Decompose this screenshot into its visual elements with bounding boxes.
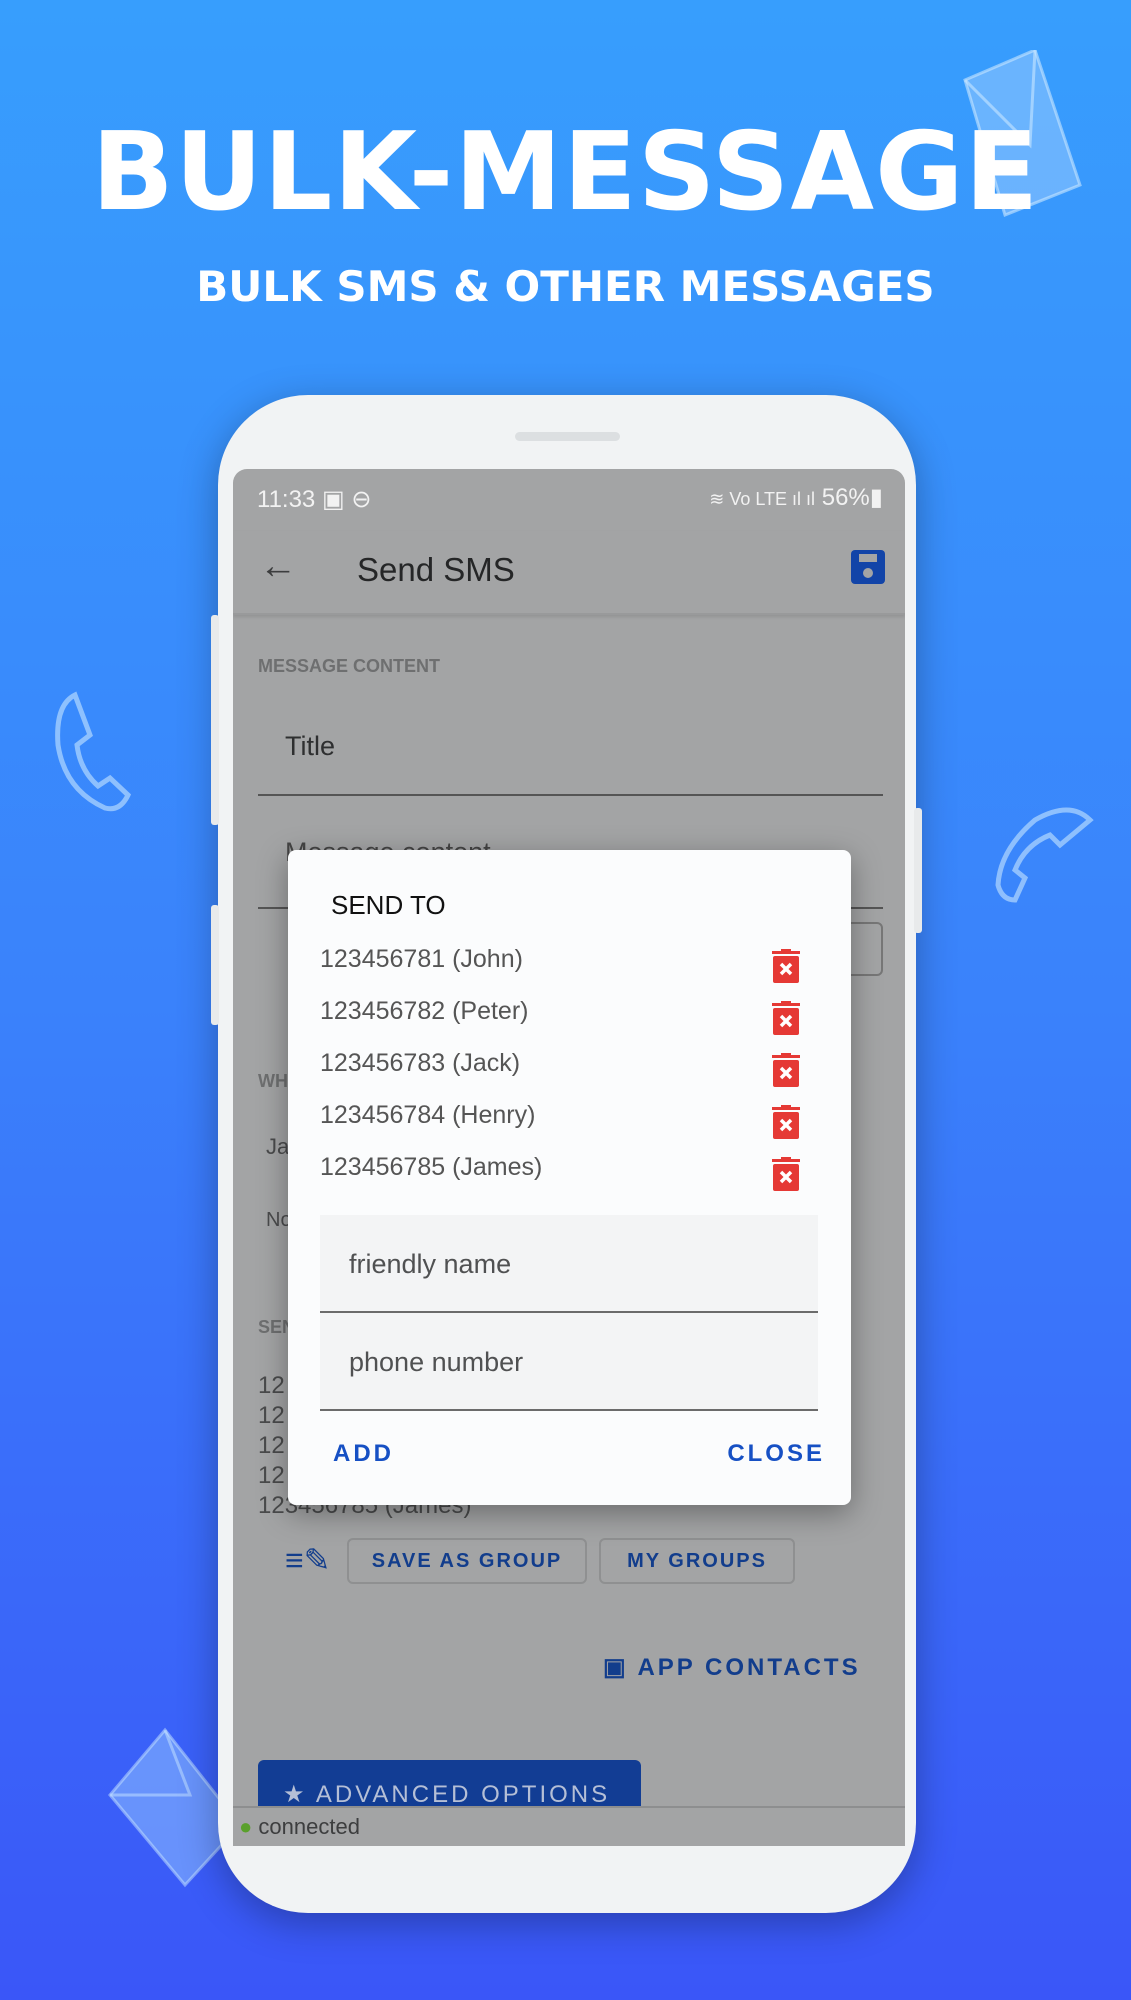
recipient-label: 123456785 (James) bbox=[320, 1153, 543, 1181]
phone-number-input[interactable]: phone number bbox=[320, 1313, 818, 1411]
phone-speaker bbox=[515, 432, 620, 441]
recipient-row: 123456784 (Henry) bbox=[320, 1101, 800, 1141]
arrow-left-icon[interactable]: ← bbox=[259, 545, 297, 588]
dialog-title: SEND TO bbox=[331, 890, 446, 920]
recipient-row: 123456785 (James) bbox=[320, 1153, 800, 1193]
send-to-dialog: SEND TO 123456781 (John) 123456782 (Peter… bbox=[288, 850, 851, 1505]
section-label: MESSAGE CONTENT bbox=[258, 656, 441, 676]
edit-list-icon[interactable]: ≡✎ bbox=[285, 1541, 330, 1579]
app-bar: ← Send SMS bbox=[233, 531, 905, 615]
delete-icon[interactable] bbox=[772, 1105, 800, 1139]
delete-icon[interactable] bbox=[772, 1053, 800, 1087]
delete-icon[interactable] bbox=[772, 1001, 800, 1035]
recipient-row: 123456782 (Peter) bbox=[320, 997, 800, 1037]
save-as-group-button[interactable]: SAVE AS GROUP bbox=[347, 1538, 587, 1584]
title-field[interactable]: Title bbox=[285, 731, 335, 762]
screen-title: Send SMS bbox=[357, 551, 515, 588]
battery-icon: ▮ bbox=[869, 484, 883, 511]
phone-side-button bbox=[211, 615, 219, 825]
dnd-icon: ⊖ bbox=[351, 486, 372, 513]
phone-icon bbox=[995, 807, 1094, 903]
image-icon: ▣ bbox=[321, 486, 345, 513]
recipient-label: 123456781 (John) bbox=[320, 945, 523, 973]
add-button[interactable]: ADD bbox=[333, 1440, 394, 1468]
friendly-name-input[interactable]: friendly name bbox=[320, 1215, 818, 1313]
promo-subheadline: BULK SMS & OTHER MESSAGES bbox=[196, 262, 935, 311]
phone-icon bbox=[55, 691, 132, 812]
promo-headline: BULK-MESSAGE bbox=[91, 110, 1040, 235]
connection-status: ● connected bbox=[233, 1806, 905, 1846]
wifi-icon: ≋ Vo LTE ıl ıl bbox=[709, 489, 816, 509]
contacts-icon: ▣ bbox=[603, 1654, 629, 1681]
app-contacts-button[interactable]: ▣ APP CONTACTS bbox=[603, 1653, 861, 1682]
floppy-disk-icon[interactable] bbox=[850, 549, 886, 585]
close-button[interactable]: CLOSE bbox=[727, 1440, 825, 1468]
check-circle-icon: ● bbox=[239, 1814, 253, 1839]
recipient-label: 123456783 (Jack) bbox=[320, 1049, 521, 1077]
phone-side-button bbox=[914, 808, 922, 933]
my-groups-button[interactable]: MY GROUPS bbox=[599, 1538, 795, 1584]
status-time: 11:33 ▣ ⊖ bbox=[257, 486, 372, 513]
recipient-row: 123456783 (Jack) bbox=[320, 1049, 800, 1089]
advanced-options-button[interactable]: ★ ADVANCED OPTIONS bbox=[258, 1760, 641, 1807]
star-icon: ★ bbox=[283, 1781, 308, 1807]
status-right: ≋ Vo LTE ıl ıl 56%▮ bbox=[709, 484, 883, 511]
recipient-row: 123456781 (John) bbox=[320, 945, 800, 985]
recipient-label: 123456784 (Henry) bbox=[320, 1101, 536, 1129]
delete-icon[interactable] bbox=[772, 1157, 800, 1191]
recipient-label: 123456782 (Peter) bbox=[320, 997, 529, 1025]
delete-icon[interactable] bbox=[772, 949, 800, 983]
phone-side-button bbox=[211, 905, 219, 1025]
